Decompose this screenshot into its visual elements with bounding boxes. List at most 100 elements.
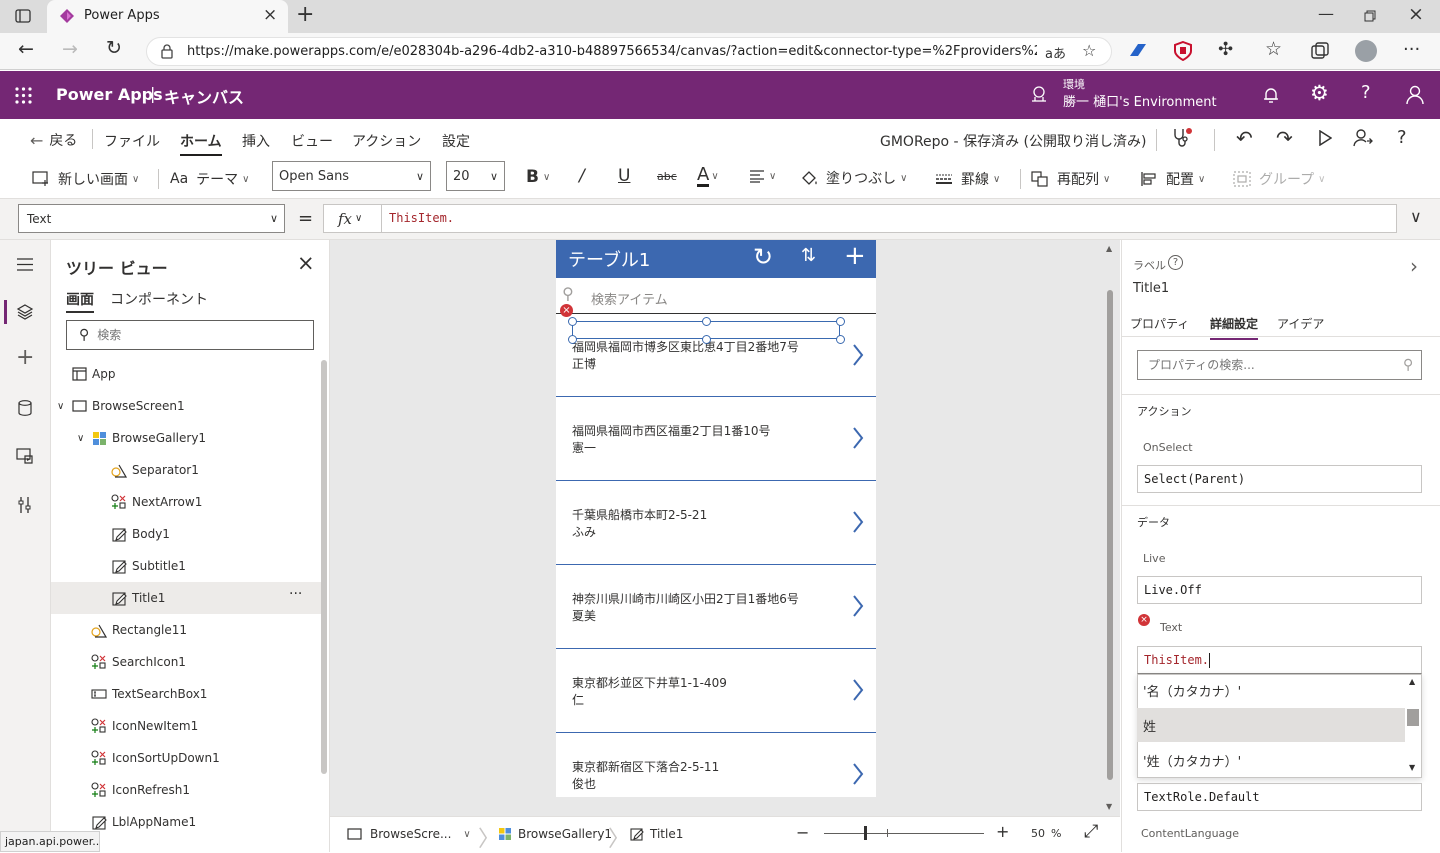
- live-input[interactable]: Live.Off: [1137, 576, 1422, 604]
- resize-handle[interactable]: [836, 317, 845, 326]
- shield-extension-icon[interactable]: [1174, 41, 1192, 61]
- strikethrough-button[interactable]: abc: [657, 170, 677, 183]
- tree-item-app[interactable]: App: [71, 358, 341, 390]
- menu-settings[interactable]: 設定: [442, 131, 470, 151]
- control-name[interactable]: Title1: [1133, 281, 1169, 296]
- breadcrumb-screen[interactable]: BrowseScre... ∨: [347, 827, 471, 841]
- resize-handle[interactable]: [568, 317, 577, 326]
- chevron-right-icon[interactable]: [852, 763, 864, 785]
- bold-button[interactable]: B ∨: [526, 167, 550, 187]
- fill-button[interactable]: 塗りつぶし ∨: [800, 168, 907, 188]
- minimize-icon[interactable]: —: [1318, 4, 1334, 23]
- zoom-slider-track[interactable]: [824, 833, 984, 834]
- notification-icon[interactable]: [1263, 86, 1279, 104]
- dropdown-scroll-thumb[interactable]: [1407, 709, 1419, 726]
- breadcrumb-title[interactable]: Title1: [630, 827, 683, 841]
- error-badge-icon[interactable]: ×: [560, 304, 573, 317]
- browser-tab[interactable]: Power Apps ×: [47, 0, 288, 33]
- sort-up-down-icon[interactable]: ⇅: [801, 245, 816, 266]
- reload-icon[interactable]: ↻: [106, 37, 122, 59]
- undo-icon[interactable]: ↶: [1236, 126, 1253, 150]
- chevron-right-icon[interactable]: [852, 344, 864, 366]
- scroll-down-icon[interactable]: ▼: [1106, 802, 1112, 811]
- chevron-right-icon[interactable]: [852, 595, 864, 617]
- resize-handle[interactable]: [702, 317, 711, 326]
- help-icon[interactable]: ?: [1361, 82, 1371, 103]
- breadcrumb-gallery[interactable]: BrowseGallery1: [498, 827, 612, 841]
- text-align-button[interactable]: ∨: [749, 169, 776, 183]
- chevron-right-icon[interactable]: [852, 679, 864, 701]
- tree-item-browsegallery1[interactable]: ∨ BrowseGallery1: [77, 422, 347, 454]
- window-close-icon[interactable]: ×: [1408, 3, 1424, 25]
- chevron-right-icon[interactable]: [852, 427, 864, 449]
- menu-insert[interactable]: 挿入: [242, 131, 270, 151]
- role-input[interactable]: TextRole.Default: [1137, 783, 1422, 811]
- resize-handle[interactable]: [702, 335, 711, 344]
- media-icon[interactable]: [16, 448, 34, 464]
- share-user-icon[interactable]: [1353, 128, 1373, 148]
- restore-icon[interactable]: [1364, 10, 1376, 22]
- error-icon[interactable]: ×: [1138, 614, 1150, 626]
- redo-icon[interactable]: ↷: [1276, 126, 1293, 150]
- zoom-in-button[interactable]: +: [996, 822, 1009, 841]
- expand-formula-icon[interactable]: ∨: [1410, 207, 1422, 226]
- more-options-icon[interactable]: ···: [289, 586, 302, 602]
- fx-button[interactable]: fx ∨: [324, 205, 382, 232]
- suggestion-item[interactable]: 姓: [1137, 708, 1405, 742]
- font-family-select[interactable]: Open Sans ∨: [272, 161, 431, 191]
- fit-to-window-icon[interactable]: ⤢: [1084, 821, 1098, 842]
- new-screen-button[interactable]: 新しい画面 ∨: [32, 169, 139, 189]
- suggestion-item[interactable]: '姓（カタカナ）': [1137, 743, 1405, 777]
- align-button[interactable]: 配置 ∨: [1140, 169, 1205, 189]
- canvas-scrollbar[interactable]: ▲ ▼: [1105, 244, 1115, 814]
- insert-plus-icon[interactable]: +: [16, 347, 34, 369]
- tab-ideas[interactable]: アイデア: [1277, 315, 1324, 332]
- help-question-icon[interactable]: ?: [1397, 127, 1407, 148]
- border-button[interactable]: 罫線 ∨: [935, 169, 1000, 189]
- new-item-plus-icon[interactable]: +: [844, 241, 866, 271]
- address-bar[interactable]: https://make.powerapps.com/e/e028304b-a2…: [146, 37, 1112, 66]
- extension-icon[interactable]: [1128, 42, 1148, 60]
- environment-name[interactable]: 勝一 樋口's Environment: [1063, 91, 1217, 110]
- scroll-up-icon[interactable]: ▲: [1409, 677, 1415, 686]
- onselect-input[interactable]: Select(Parent): [1137, 465, 1422, 493]
- reorder-button[interactable]: 再配列 ∨: [1031, 169, 1110, 189]
- close-panel-icon[interactable]: ×: [297, 251, 315, 275]
- refresh-icon[interactable]: ↻: [753, 243, 773, 271]
- advanced-tools-icon[interactable]: [18, 496, 32, 514]
- resize-handle[interactable]: [836, 335, 845, 344]
- puzzle-icon[interactable]: ✣: [1218, 39, 1233, 60]
- property-search-box[interactable]: ⚲: [1137, 350, 1422, 380]
- scroll-thumb[interactable]: [1107, 290, 1113, 780]
- preview-play-icon[interactable]: [1318, 130, 1332, 146]
- profile-avatar[interactable]: [1355, 40, 1377, 62]
- italic-button[interactable]: /: [579, 166, 585, 186]
- collections-icon[interactable]: [1311, 42, 1329, 60]
- collapse-panel-icon[interactable]: ›: [1410, 254, 1418, 278]
- add-favorite-icon[interactable]: ☆: [1082, 41, 1096, 60]
- font-color-button[interactable]: A ∨: [697, 165, 719, 187]
- gallery-row[interactable]: 東京都杉並区下井草1-1-409 仁: [556, 649, 876, 733]
- read-aloud-icon[interactable]: aあ: [1045, 43, 1066, 62]
- menu-home[interactable]: ホーム: [180, 131, 222, 156]
- back-arrow-icon[interactable]: ←: [18, 38, 34, 60]
- property-search-input[interactable]: [1148, 358, 1388, 372]
- tree-scrollbar[interactable]: [321, 360, 327, 774]
- new-tab-icon[interactable]: +: [296, 2, 314, 27]
- tab-properties[interactable]: プロパティ: [1130, 315, 1189, 332]
- tab-close-icon[interactable]: ×: [263, 5, 277, 25]
- favorites-icon[interactable]: ☆: [1265, 38, 1282, 60]
- underline-button[interactable]: U: [618, 166, 630, 186]
- gallery-row[interactable]: 東京都新宿区下落合2-5-11 俊也: [556, 733, 876, 797]
- gallery-row[interactable]: 千葉県船橋市本町2-5-21 ふみ: [556, 481, 876, 565]
- tree-search-box[interactable]: ⚲: [66, 320, 314, 350]
- settings-gear-icon[interactable]: ⚙: [1310, 81, 1329, 105]
- tree-item-browsescreen1[interactable]: ∨ BrowseScreen1: [57, 390, 327, 422]
- tab-actions-icon[interactable]: [15, 9, 31, 23]
- suggestion-item[interactable]: '名（カタカナ）': [1137, 673, 1405, 707]
- property-select[interactable]: Text ∨: [18, 204, 285, 233]
- group-button[interactable]: グループ ∨: [1233, 169, 1326, 189]
- tree-item-iconrefresh1[interactable]: IconRefresh1: [91, 774, 361, 806]
- gallery-row[interactable]: 福岡県福岡市西区福重2丁目1番10号 憲一: [556, 397, 876, 481]
- data-database-icon[interactable]: [18, 400, 32, 416]
